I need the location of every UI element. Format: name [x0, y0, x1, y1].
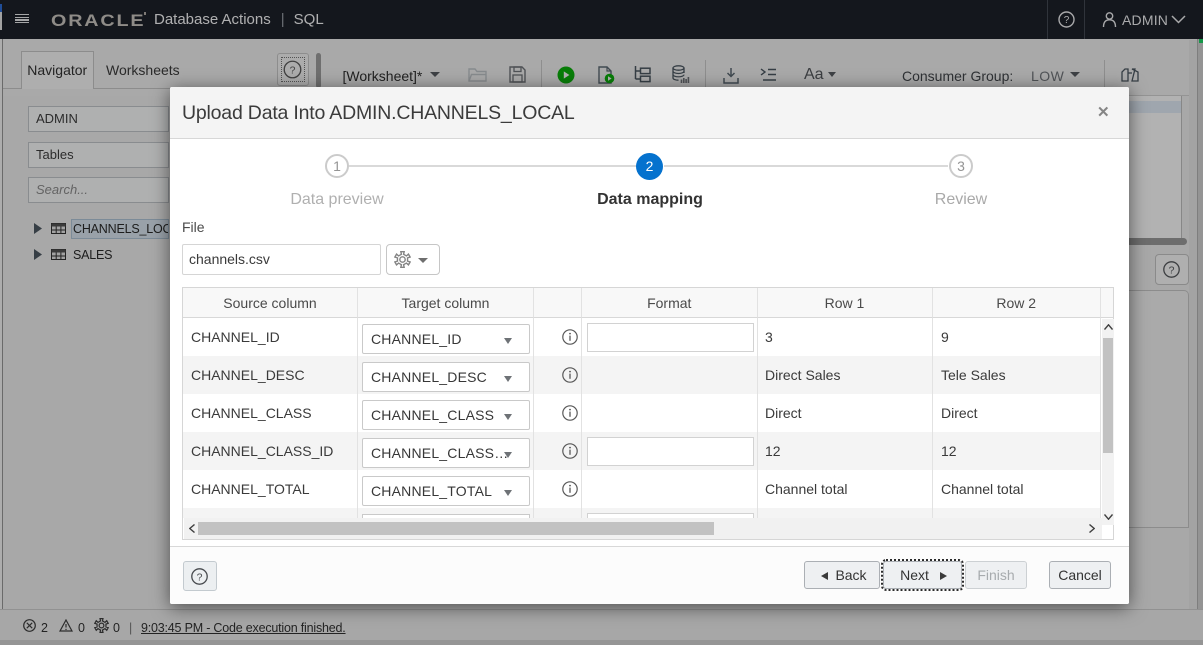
svg-text:?: ?	[197, 571, 203, 583]
